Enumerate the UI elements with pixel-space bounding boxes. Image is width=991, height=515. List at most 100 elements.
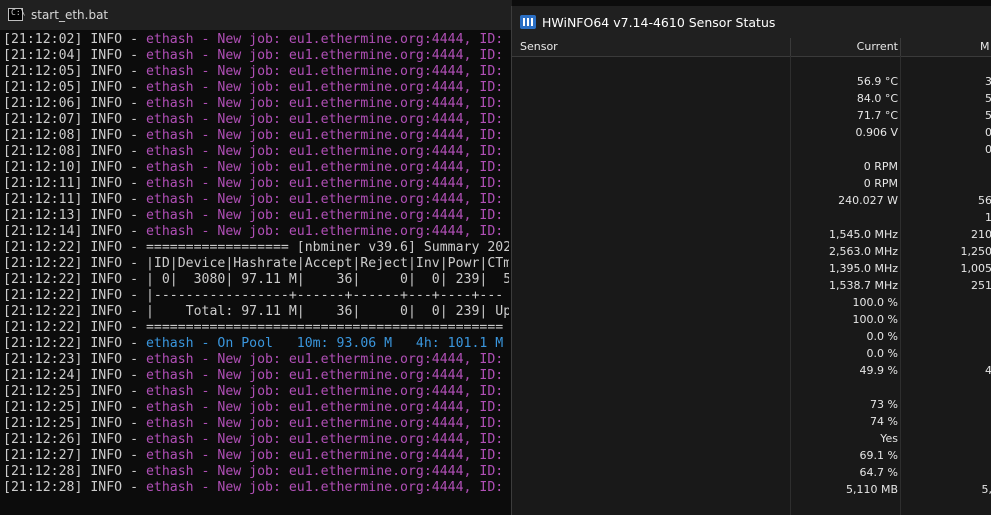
sensor-row[interactable]: ✱GPU Fan20 RPM xyxy=(512,176,991,193)
console-level: INFO xyxy=(90,368,123,383)
console-tag: ethash xyxy=(145,144,194,159)
console-message: - New job: eu1.ethermine.org:4444, ID: xyxy=(193,144,504,159)
console-separator: - xyxy=(122,304,146,319)
console-separator: - xyxy=(122,32,146,47)
console-message: - New job: eu1.ethermine.org:4444, ID: xyxy=(193,224,504,239)
sensor-row[interactable]: GPU Hot Spot Temperature71.7 °C5 xyxy=(512,108,991,125)
console-separator: - xyxy=(122,160,146,175)
sensor-min-value: 5, xyxy=(981,483,991,496)
column-divider[interactable] xyxy=(900,38,901,56)
console-separator: - xyxy=(122,448,146,463)
column-header-sensor[interactable]: Sensor xyxy=(520,40,558,53)
console-message: - New job: eu1.ethermine.org:4444, ID: xyxy=(193,464,504,479)
sensor-table: ⌄GPU [#0]: NVIDIA GeForce RTX 3080:GPU T… xyxy=(512,57,991,499)
console-line: [21:12:24] INFO - ethash - New job: eu1.… xyxy=(3,368,509,384)
console-line: [21:12:08] INFO - ethash - New job: eu1.… xyxy=(3,128,509,144)
console-message: - New job: eu1.ethermine.org:4444, ID: xyxy=(193,64,504,79)
sensor-row[interactable]: ›⚡GPU Rail Powers1 xyxy=(512,210,991,227)
console-separator: - xyxy=(122,144,146,159)
column-header-min[interactable]: M xyxy=(980,40,990,53)
console-level: INFO xyxy=(90,128,123,143)
console-timestamp: [21:12:22] xyxy=(3,288,83,303)
sensor-current-value: 74 % xyxy=(870,415,898,428)
console-line: [21:12:07] INFO - ethash - New job: eu1.… xyxy=(3,112,509,128)
sensor-row[interactable]: ⚡GPU Core Voltage0.906 V0 xyxy=(512,125,991,142)
console-message: | Total: 97.11 M| 36| 0| 0| 239| Up xyxy=(145,304,509,319)
console-tag: ethash xyxy=(145,416,194,431)
sensor-group-row[interactable]: ⌄GPU [#0]: NVIDIA GeForce RTX 3080: xyxy=(512,57,991,74)
console-level: INFO xyxy=(90,48,123,63)
sensor-current-value: 1,395.0 MHz xyxy=(828,262,898,275)
console-timestamp: [21:12:11] xyxy=(3,176,83,191)
console-message: - New job: eu1.ethermine.org:4444, ID: xyxy=(193,192,504,207)
console-message: - New job: eu1.ethermine.org:4444, ID: xyxy=(193,416,504,431)
sensor-row[interactable]: GPU Memory Allocated5,110 MB5, xyxy=(512,482,991,499)
console-line: [21:12:25] INFO - ethash - New job: eu1.… xyxy=(3,416,509,432)
sensor-row[interactable]: GPU Clock1,545.0 MHz210 xyxy=(512,227,991,244)
sensor-row[interactable]: GPU Effective Clock1,538.7 MHz251 xyxy=(512,278,991,295)
sensor-current-value: 100.0 % xyxy=(852,296,898,309)
console-level: INFO xyxy=(90,400,123,415)
column-header-current[interactable]: Current xyxy=(790,40,898,53)
sensor-row[interactable]: GPU Temperature56.9 °C3 xyxy=(512,74,991,91)
sensor-row[interactable]: Total GPU Power [% of TDP]64.7 % xyxy=(512,465,991,482)
console-message: - New job: eu1.ethermine.org:4444, ID: xyxy=(193,112,504,127)
sensor-min-value: 251 xyxy=(971,279,991,292)
sensor-min-value: 56 xyxy=(978,194,991,207)
sensor-row[interactable]: ›GPU Performance LimitsYes xyxy=(512,431,991,448)
console-line: [21:12:02] INFO - ethash - New job: eu1.… xyxy=(3,32,509,48)
sensor-current-value: 0.906 V xyxy=(855,126,898,139)
sensor-row[interactable]: GPU Memory Controller Load100.0 % xyxy=(512,312,991,329)
hwinfo-title: HWiNFO64 v7.14-4610 Sensor Status xyxy=(542,15,776,30)
console-level: INFO xyxy=(90,32,123,47)
console-level: INFO xyxy=(90,480,123,495)
sensor-row[interactable]: GPU Fan173 % xyxy=(512,397,991,414)
sensor-current-value: Yes xyxy=(880,432,898,445)
console-level: INFO xyxy=(90,448,123,463)
sensor-row[interactable]: Total GPU Power (normalized) [% of TDP]6… xyxy=(512,448,991,465)
console-line: [21:12:08] INFO - ethash - New job: eu1.… xyxy=(3,144,509,160)
console-tag: ethash xyxy=(145,224,194,239)
console-separator: - xyxy=(122,368,146,383)
console-message: - New job: eu1.ethermine.org:4444, ID: xyxy=(193,80,504,95)
console-timestamp: [21:12:23] xyxy=(3,352,83,367)
sensor-row[interactable]: GPU Fan274 % xyxy=(512,414,991,431)
console-line: [21:12:14] INFO - ethash - New job: eu1.… xyxy=(3,224,509,240)
console-message: - New job: eu1.ethermine.org:4444, ID: xyxy=(193,176,504,191)
console-titlebar[interactable]: C:\ start_eth.bat xyxy=(0,0,512,30)
sensor-row[interactable]: GPU Memory Clock2,563.0 MHz1,250 xyxy=(512,244,991,261)
console-separator: - xyxy=(122,96,146,111)
console-line: [21:12:22] INFO - | 0| 3080| 97.11 M| 36… xyxy=(3,272,509,288)
sensor-row[interactable]: GPU Video Clock1,395.0 MHz1,005 xyxy=(512,261,991,278)
console-message: - New job: eu1.ethermine.org:4444, ID: xyxy=(193,368,504,383)
console-message: - New job: eu1.ethermine.org:4444, ID: xyxy=(193,400,504,415)
sensor-row[interactable]: GPU Video Engine Load0.0 % xyxy=(512,329,991,346)
sensor-row[interactable]: GPU Memory Junction Temperature84.0 °C5 xyxy=(512,91,991,108)
console-level: INFO xyxy=(90,80,123,95)
sensor-row[interactable]: GPU Core Load100.0 % xyxy=(512,295,991,312)
console-line: [21:12:06] INFO - ethash - New job: eu1.… xyxy=(3,96,509,112)
sensor-row[interactable]: GPU Bus Load0.0 % xyxy=(512,346,991,363)
sensor-current-value: 0 RPM xyxy=(863,177,898,190)
console-message: - On Pool 10m: 93.06 M 4h: 101.1 M xyxy=(193,336,504,351)
console-timestamp: [21:12:26] xyxy=(3,432,83,447)
sensor-current-value: 71.7 °C xyxy=(856,109,898,122)
sensor-row[interactable]: ⚡GPU Power240.027 W56 xyxy=(512,193,991,210)
sensor-row[interactable]: GPU Memory Usage49.9 %4 xyxy=(512,363,991,380)
sensor-row[interactable]: ✱GPU Fan10 RPM xyxy=(512,159,991,176)
console-timestamp: [21:12:25] xyxy=(3,384,83,399)
sensor-current-value: 56.9 °C xyxy=(856,75,898,88)
console-separator: - xyxy=(122,400,146,415)
console-line: [21:12:11] INFO - ethash - New job: eu1.… xyxy=(3,192,509,208)
sensor-row[interactable]: ›GPU D3D Usages xyxy=(512,380,991,397)
console-line: [21:12:10] INFO - ethash - New job: eu1.… xyxy=(3,160,509,176)
console-line: [21:12:26] INFO - ethash - New job: eu1.… xyxy=(3,432,509,448)
hwinfo-titlebar[interactable]: HWiNFO64 v7.14-4610 Sensor Status xyxy=(512,6,991,38)
console-timestamp: [21:12:22] xyxy=(3,336,83,351)
sensor-current-value: 5,110 MB xyxy=(845,483,898,496)
console-tag: ethash xyxy=(145,368,194,383)
console-tag: ethash xyxy=(145,192,194,207)
console-line: [21:12:05] INFO - ethash - New job: eu1.… xyxy=(3,64,509,80)
sensor-row[interactable]: ›⚡GPU Rail Voltages0 xyxy=(512,142,991,159)
sensor-current-value: 69.1 % xyxy=(859,449,898,462)
